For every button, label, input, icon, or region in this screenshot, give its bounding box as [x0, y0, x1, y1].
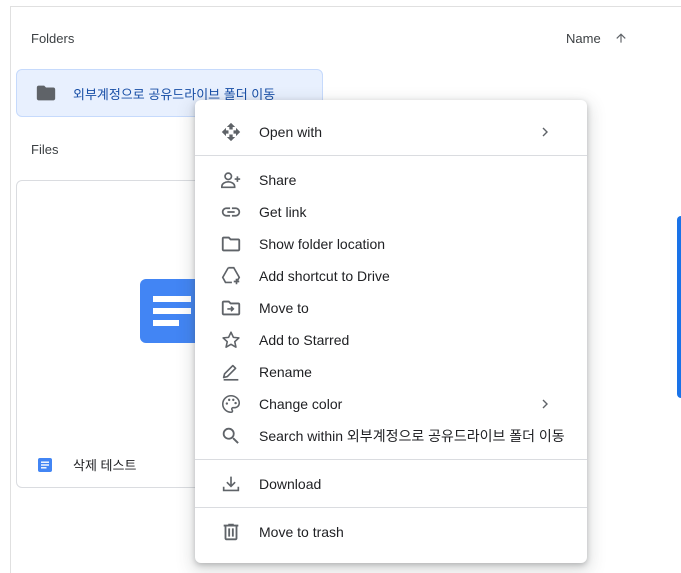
person-add-icon — [219, 168, 243, 192]
menu-item-get-link[interactable]: Get link — [195, 196, 587, 228]
folder-icon — [35, 82, 57, 104]
menu-item-label: Show folder location — [259, 236, 386, 252]
menu-item-label: Add shortcut to Drive — [259, 268, 390, 284]
menu-item-label: Rename — [259, 364, 312, 380]
drive-add-icon — [219, 264, 243, 288]
menu-item-label: Get link — [259, 204, 307, 220]
menu-item-label: Open with — [259, 124, 323, 140]
chevron-right-icon — [539, 126, 551, 138]
link-icon — [219, 200, 243, 224]
menu-item-label: Change color — [259, 396, 343, 412]
left-divider — [10, 6, 11, 573]
menu-item-add-shortcut[interactable]: Add shortcut to Drive — [195, 260, 587, 292]
drive-page: Folders Name 외부계정으로 공유드라이브 폴더 이동 Files 삭… — [0, 0, 681, 573]
menu-item-add-to-starred[interactable]: Add to Starred — [195, 324, 587, 356]
menu-item-download[interactable]: Download — [195, 468, 587, 500]
download-icon — [219, 472, 243, 496]
file-footer: 삭제 테스트 — [37, 455, 136, 474]
side-panel-edge[interactable] — [677, 216, 681, 398]
trash-icon — [219, 520, 243, 544]
star-icon — [219, 328, 243, 352]
menu-item-search-within[interactable]: Search within 외부계정으로 공유드라이브 폴더 이동 — [195, 420, 587, 452]
menu-item-move-to-trash[interactable]: Move to trash — [195, 516, 587, 548]
palette-icon — [219, 392, 243, 416]
folder-move-icon — [219, 296, 243, 320]
menu-divider — [195, 459, 587, 460]
chevron-right-icon — [539, 398, 551, 410]
file-name: 삭제 테스트 — [73, 458, 137, 473]
menu-item-label: Add to Starred — [259, 332, 350, 348]
menu-item-show-folder-location[interactable]: Show folder location — [195, 228, 587, 260]
menu-item-change-color[interactable]: Change color — [195, 388, 587, 420]
folder-outline-icon — [219, 232, 243, 256]
menu-item-share[interactable]: Share — [195, 164, 587, 196]
menu-item-label: Move to — [259, 300, 309, 316]
move-arrows-icon — [219, 120, 243, 144]
menu-item-label: Search within 외부계정으로 공유드라이브 폴더 이동 — [259, 428, 565, 444]
menu-divider — [195, 155, 587, 156]
menu-item-label: Download — [259, 476, 322, 492]
pencil-icon — [219, 360, 243, 384]
context-menu: Open with Share Get link Show folder loc… — [195, 100, 587, 563]
menu-item-move-to[interactable]: Move to — [195, 292, 587, 324]
menu-divider — [195, 507, 587, 508]
sort-control[interactable]: Name — [566, 28, 631, 48]
menu-item-label: Share — [259, 172, 297, 188]
menu-item-open-with[interactable]: Open with — [195, 116, 587, 148]
folders-section-label: Folders — [31, 31, 75, 46]
top-divider — [10, 6, 681, 7]
docs-icon — [37, 457, 53, 473]
arrow-up-icon[interactable] — [611, 28, 631, 48]
menu-item-rename[interactable]: Rename — [195, 356, 587, 388]
sort-label[interactable]: Name — [566, 31, 601, 46]
menu-item-label: Move to trash — [259, 524, 344, 540]
search-icon — [219, 424, 243, 448]
files-section-label: Files — [31, 142, 59, 157]
